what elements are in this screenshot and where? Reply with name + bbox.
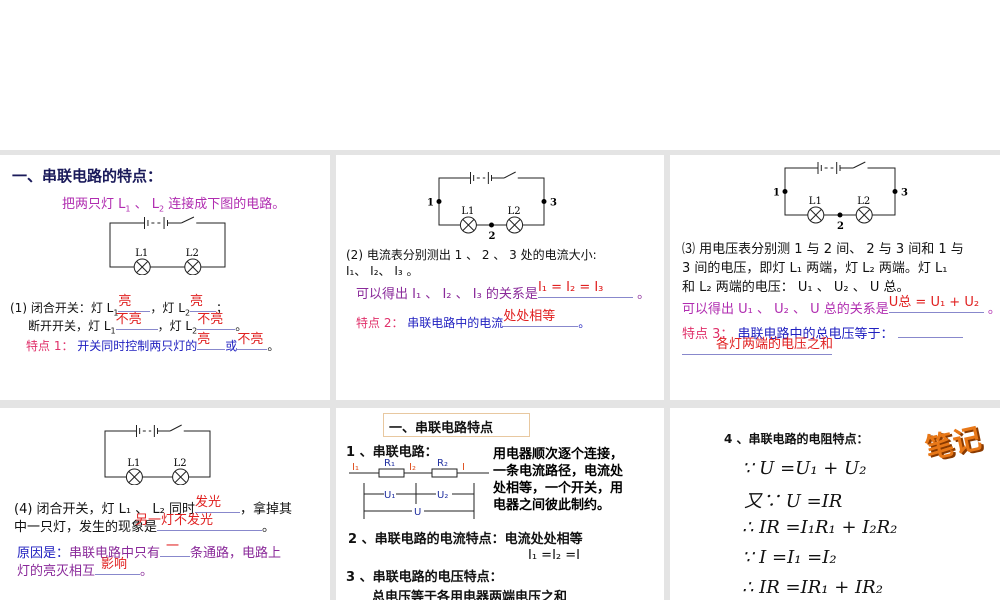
instruction: 把两只灯 L1 、 L2 连接成下图的电路。 <box>62 197 286 214</box>
circuit-diagram-points: L1 L2 1 2 3 <box>427 171 557 240</box>
lamp-1-icon <box>125 468 143 485</box>
point-label: 3 <box>550 198 557 209</box>
question-1-line-2: 断开开关，灯 L1 不亮 ，灯 L2 不亮。 <box>28 312 248 336</box>
series-resistor-diagram: I₁ R₁ I₂ R₂ I U₁ U₂ U <box>349 458 489 519</box>
panel-series-features: 一、串联电路的特点： 把两只灯 L1 、 L2 连接成下图的电路。 L1 L2 (… <box>0 155 330 400</box>
label-r2: R₂ <box>437 458 448 469</box>
label-u2: U₂ <box>437 490 448 501</box>
reason-line-1: 原因是：串联电路中只有一条通路，电路上 <box>17 539 282 561</box>
panel-phenomenon: L1 L2 (4) 闭合开关，灯 L₁ 、 L₂ 同时 发光 ，拿掉其 中一只灯，发生… <box>0 408 330 600</box>
summary-header: 一、串联电路特点 <box>383 413 530 437</box>
point-label: 1 <box>427 198 434 209</box>
question-3-line-2: 3 间的电压，即灯 L₁ 两端，灯 L₂ 两端。灯 L₁ <box>682 261 948 276</box>
lamp-1-icon <box>133 258 151 275</box>
lamp-label: L2 <box>174 458 187 469</box>
desc-line: 处相等，一个开关，用 <box>493 481 624 496</box>
lamp-1-icon <box>459 216 477 234</box>
desc-line: 电器之间彼此制约。 <box>493 498 611 513</box>
formula: ∴ IR =I₁R₁ + I₂R₂ <box>742 517 898 538</box>
notes-badge: 笔记 <box>922 421 985 466</box>
lamp-label: L1 <box>127 458 140 469</box>
feature-2: 特点 2： 串联电路中的电流 处处相等。 <box>356 309 591 330</box>
lamp-2-icon <box>855 206 873 224</box>
point-2 <box>489 222 494 228</box>
lamp-2-icon <box>506 216 524 234</box>
desc-line: 用电器顺次逐个连接， <box>493 447 624 462</box>
panel-voltage: L1 L2 1 2 3 ⑶ 用电压表分别测 1 与 2 间、 2 与 3 间和 1… <box>670 155 1000 400</box>
current-equation: I₁ =I₂ =I <box>528 548 580 563</box>
question-2: (2) 电流表分别测出 1 、 2 、 3 处的电流大小: <box>346 248 597 262</box>
formula: ∵ I =I₁ =I₂ <box>742 547 837 568</box>
item-3-text: 总电压等于各用电器两端电压之和 <box>372 590 568 600</box>
point-label: 3 <box>901 188 908 199</box>
point-1 <box>436 199 442 204</box>
point-3 <box>541 199 547 204</box>
item-4: 4 、串联电路的电阻特点： <box>724 432 869 446</box>
label-i2: I₂ <box>409 462 416 473</box>
lamp-2-icon <box>184 258 202 275</box>
question-2-currents: I₁、 I₂、 I₃ 。 <box>346 264 419 278</box>
point-label: 2 <box>837 221 844 230</box>
point-2 <box>837 212 843 218</box>
lamp-2-icon <box>172 468 190 485</box>
formula: ∵ U =U₁ + U₂ <box>742 458 867 479</box>
panel-resistance: 4 、串联电路的电阻特点： ∵ U =U₁ + U₂ 又∵ U =IR ∴ IR… <box>670 408 1000 600</box>
panel-current: L1 L2 1 2 3 (2) 电流表分别测出 1 、 2 、 3 处的电流大小:… <box>336 155 664 400</box>
label-r1: R₁ <box>384 458 395 469</box>
lamp-label: L1 <box>461 206 474 217</box>
point-1 <box>782 189 788 194</box>
lamp-label: L2 <box>857 196 870 207</box>
lamp-label: L1 <box>809 196 822 207</box>
point-label: 1 <box>773 188 780 199</box>
lamp-label: L2 <box>186 248 199 259</box>
feature-3-answer: 各灯两端的电压之和 <box>682 337 833 359</box>
label-i1: I₁ <box>352 462 359 473</box>
current-relation: 可以得出 I₁ 、 I₂ 、 I₃ 的关系是 I₁ = I₂ = I₃ 。 <box>356 280 651 302</box>
desc-line: 一条电流路径，电流处 <box>493 464 624 479</box>
circuit-diagram: L1 L2 <box>109 216 226 275</box>
voltage-relation: 可以得出 U₁ 、 U₂ 、 U 总的关系是 U总 = U₁ + U₂ 。 <box>682 295 1000 317</box>
lamp-1-icon <box>807 206 825 224</box>
point-label: 2 <box>489 231 496 240</box>
series-description: 用电器顺次逐个连接， 一条电流路径，电流处 处相等，一个开关，用 电器之间彼此制约。 <box>493 446 623 514</box>
label-i: I <box>462 462 465 473</box>
question-3-line-1: ⑶ 用电压表分别测 1 与 2 间、 2 与 3 间和 1 与 <box>682 242 964 257</box>
item-3: 3 、串联电路的电压特点： <box>346 570 503 585</box>
circuit-diagram-points: L1 L2 1 2 3 <box>773 161 908 230</box>
formula: 又∵ U =IR <box>744 491 843 512</box>
circuit-diagram: L1 L2 <box>104 424 211 485</box>
question-3-line-3: 和 L₂ 两端的电压： U₁ 、 U₂ 、 U 总。 <box>682 280 910 295</box>
label-u1: U₁ <box>384 490 395 501</box>
point-3 <box>892 189 898 194</box>
lamp-label: L2 <box>508 206 521 217</box>
feature-1: 特点 1： 开关同时控制两只灯的亮或不亮。 <box>26 332 280 353</box>
formula: ∴ IR =IR₁ + IR₂ <box>742 577 883 598</box>
question-4-line-2: 中一只灯，发生的现象是 另一灯不发光。 <box>14 513 276 535</box>
panel-summary: 一、串联电路特点 1 、串联电路： I₁ R₁ I₂ R₂ I U₁ U₂ U … <box>336 408 664 600</box>
section-title: 一、串联电路的特点： <box>12 167 163 185</box>
reason-line-2: 灯的亮灭相互 影响。 <box>17 557 154 579</box>
summary-header-text: 一、串联电路特点 <box>389 421 494 436</box>
lamp-label: L1 <box>135 248 148 259</box>
item-2: 2 、串联电路的电流特点：电流处处相等 <box>348 532 583 547</box>
label-u: U <box>414 507 421 518</box>
